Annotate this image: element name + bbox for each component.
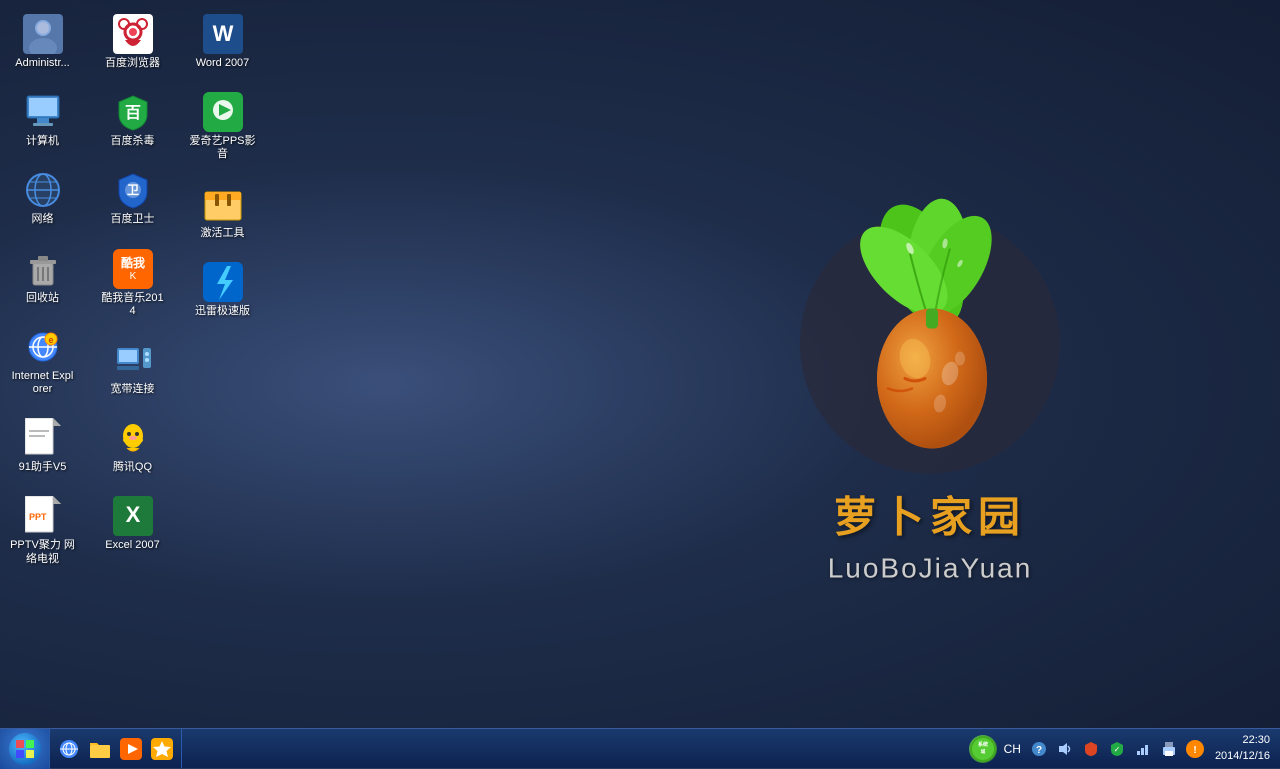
tray-time: 22:30 <box>1215 733 1270 748</box>
baidu-browser-label: 百度浏览器 <box>105 57 160 70</box>
svg-text:!: ! <box>1193 745 1196 756</box>
qq-label: 腾讯QQ <box>113 461 152 474</box>
broadband-label: 宽带连接 <box>111 383 155 396</box>
taskbar: 系统 城 CH ? <box>0 728 1280 768</box>
activation-tool-icon[interactable]: 激活工具 <box>185 180 260 244</box>
baidu-guard-icon[interactable]: 卫 百度卫士 <box>95 166 170 230</box>
qq-icon[interactable]: 腾讯QQ <box>95 414 170 478</box>
svg-text:卫: 卫 <box>126 183 138 197</box>
tray-volume-icon[interactable] <box>1054 738 1076 760</box>
svg-text:e: e <box>48 335 53 345</box>
baidu-antivirus-label: 百度杀毒 <box>111 135 155 148</box>
desktop: Administr... 计算机 <box>0 0 1280 768</box>
quick-launch <box>50 729 182 768</box>
administrator-label: Administr... <box>15 57 69 70</box>
tray-shield-icon[interactable]: ✓ <box>1106 738 1128 760</box>
logo-cn: 萝卜家园 <box>834 484 1026 545</box>
baidu-antivirus-icon[interactable]: 百 百度杀毒 <box>95 88 170 152</box>
excel-label: Excel 2007 <box>105 539 159 552</box>
ie-quick-icon[interactable] <box>55 735 83 763</box>
icon-column-3: W Word 2007 爱奇艺PPS影音 <box>185 10 270 576</box>
carrot-svg <box>780 184 1080 484</box>
logo-en: LuoBoJiaYuan <box>828 553 1033 585</box>
svg-text:酷我: 酷我 <box>120 255 144 270</box>
thunder-icon[interactable]: 迅雷极速版 <box>185 258 260 322</box>
media-quick-icon[interactable] <box>117 735 145 763</box>
activation-tool-label: 激活工具 <box>201 227 245 240</box>
word-icon[interactable]: W Word 2007 <box>185 10 260 74</box>
icon-column-2: 百度浏览器 百 百度杀毒 卫 <box>95 10 180 576</box>
baidu-browser-icon[interactable]: 百度浏览器 <box>95 10 170 74</box>
star-quick-icon[interactable] <box>148 735 176 763</box>
tray-clock[interactable]: 22:30 2014/12/16 <box>1210 733 1275 764</box>
windows-logo <box>15 739 35 759</box>
svg-text:K: K <box>129 271 136 282</box>
svg-text:?: ? <box>1036 745 1042 756</box>
svg-text:✓: ✓ <box>1114 745 1121 754</box>
thunder-label: 迅雷极速版 <box>195 305 250 318</box>
svg-text:PPT: PPT <box>29 512 47 522</box>
pptv-label: PPTV聚力 网络电视 <box>9 539 76 565</box>
broadband-icon[interactable]: 宽带连接 <box>95 336 170 400</box>
administrator-icon[interactable]: Administr... <box>5 10 80 74</box>
start-orb <box>9 733 41 765</box>
svg-text:城: 城 <box>980 748 985 755</box>
tray-extra-icon[interactable]: ! <box>1184 738 1206 760</box>
tray-date: 2014/12/16 <box>1215 749 1270 764</box>
91assistant-label: 91助手V5 <box>19 461 67 474</box>
iqiyi-label: 爱奇艺PPS影音 <box>189 135 256 161</box>
kuwo-label: 酷我音乐2014 <box>99 292 166 318</box>
network-icon[interactable]: 网络 <box>5 166 80 230</box>
svg-text:X: X <box>125 502 140 527</box>
91assistant-icon[interactable]: 91助手V5 <box>5 414 80 478</box>
kuwo-music-icon[interactable]: 酷我 K 酷我音乐2014 <box>95 245 170 322</box>
xitong-logo-icon: 系统 城 <box>969 735 997 763</box>
recycle-label: 回收站 <box>26 292 59 305</box>
svg-text:系统: 系统 <box>978 741 988 748</box>
ie-label: Internet Explorer <box>9 370 76 396</box>
tray-network-icon[interactable] <box>1132 738 1154 760</box>
system-tray: 系统 城 CH ? <box>964 729 1280 768</box>
svg-text:W: W <box>212 21 233 46</box>
icon-column-1: Administr... 计算机 <box>5 10 90 576</box>
folder-quick-icon[interactable] <box>86 735 114 763</box>
pptv-icon[interactable]: PPT PPTV聚力 网络电视 <box>5 492 80 569</box>
svg-text:百: 百 <box>124 104 140 122</box>
xitong-badge[interactable]: 系统 城 <box>969 735 997 763</box>
tray-help-icon[interactable]: ? <box>1028 738 1050 760</box>
tray-security-icon[interactable] <box>1080 738 1102 760</box>
ie-icon[interactable]: e Internet Explorer <box>5 323 80 400</box>
wallpaper-logo: 萝卜家园 LuoBoJiaYuan <box>780 184 1080 585</box>
excel-icon[interactable]: X Excel 2007 <box>95 492 170 556</box>
word-label: Word 2007 <box>196 57 250 70</box>
start-button[interactable] <box>0 729 50 769</box>
baidu-guard-label: 百度卫士 <box>111 213 155 226</box>
computer-icon[interactable]: 计算机 <box>5 88 80 152</box>
desktop-icons: Administr... 计算机 <box>5 10 270 576</box>
recycle-icon[interactable]: 回收站 <box>5 245 80 309</box>
network-label: 网络 <box>32 213 54 226</box>
tray-printer-icon[interactable] <box>1158 738 1180 760</box>
iqiyi-icon[interactable]: 爱奇艺PPS影音 <box>185 88 260 165</box>
computer-label: 计算机 <box>26 135 59 148</box>
tray-language[interactable]: CH <box>1001 742 1024 756</box>
